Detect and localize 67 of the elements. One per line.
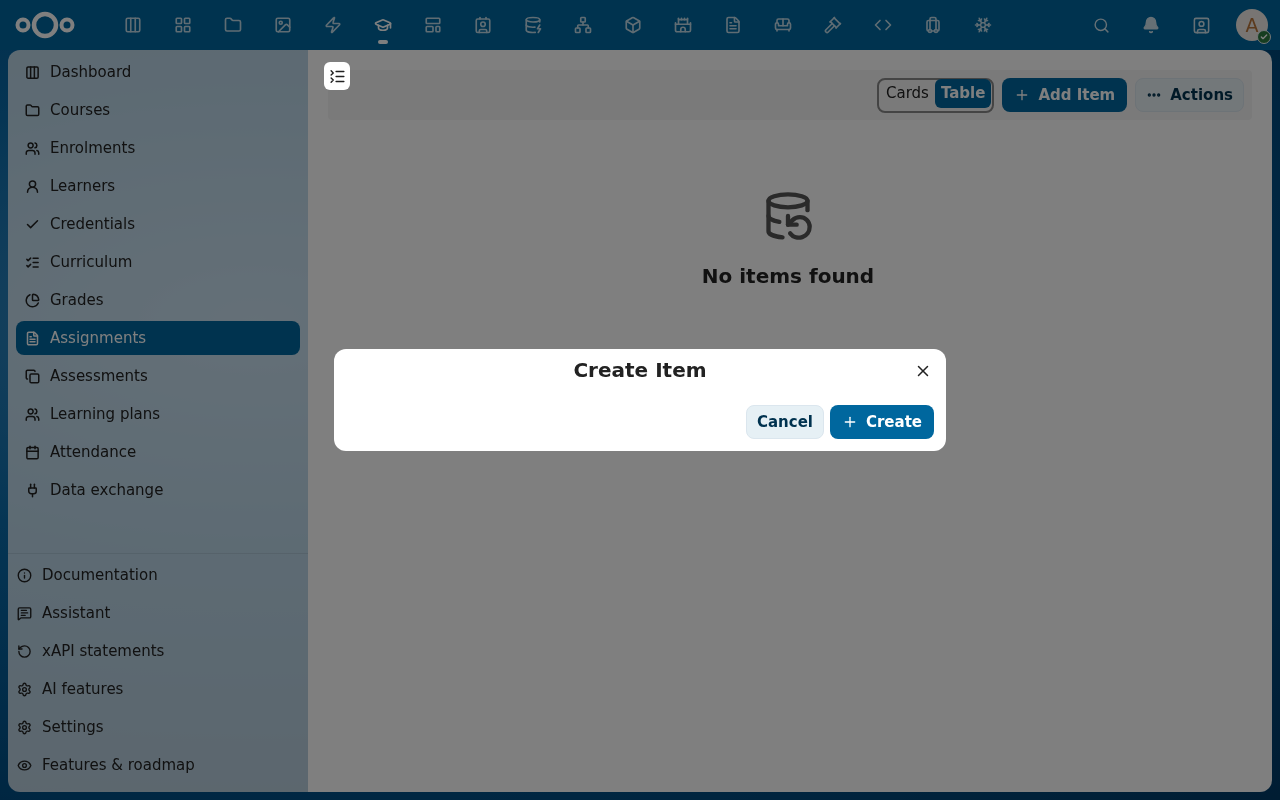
sofa-icon bbox=[774, 16, 792, 34]
nav-item[interactable]: Settings bbox=[16, 710, 300, 744]
contact-card-icon bbox=[1191, 15, 1211, 35]
nav-item[interactable]: Grades bbox=[16, 283, 300, 317]
user-avatar[interactable]: A bbox=[1236, 9, 1268, 41]
checklist-icon bbox=[25, 254, 40, 270]
nav-item[interactable]: Courses bbox=[16, 93, 300, 127]
add-item-button[interactable]: Add Item bbox=[1002, 78, 1128, 112]
view-option[interactable]: Cards bbox=[880, 78, 935, 108]
eye-icon bbox=[17, 757, 32, 773]
dialog-title: Create Item bbox=[573, 358, 707, 382]
nav-item[interactable]: Documentation bbox=[16, 558, 300, 592]
actions-button[interactable]: Actions bbox=[1135, 78, 1244, 112]
cube-icon bbox=[624, 16, 642, 34]
nav-item[interactable]: Credentials bbox=[16, 207, 300, 241]
nav-item[interactable]: Learning plans bbox=[16, 397, 300, 431]
message-icon bbox=[17, 605, 32, 621]
sidebar-toggle-button[interactable] bbox=[324, 62, 350, 90]
columns-icon bbox=[25, 64, 40, 80]
nav-item[interactable]: Features & roadmap bbox=[16, 748, 300, 782]
document-icon bbox=[724, 16, 742, 34]
graduation-cap-icon bbox=[374, 16, 392, 34]
empty-message: No items found bbox=[701, 264, 875, 288]
calendar-icon bbox=[25, 444, 40, 460]
cancel-button[interactable]: Cancel bbox=[745, 405, 824, 439]
info-icon bbox=[17, 567, 32, 583]
menu-collapse-icon bbox=[328, 67, 346, 85]
users-icon bbox=[25, 140, 40, 156]
document-icon bbox=[25, 330, 40, 346]
gavel-icon bbox=[824, 16, 842, 34]
logo-icon[interactable] bbox=[14, 10, 76, 40]
folder-icon bbox=[224, 16, 242, 34]
bell-icon bbox=[1142, 16, 1160, 34]
view-option[interactable]: Table bbox=[934, 78, 992, 108]
nav-item[interactable]: Data exchange bbox=[16, 473, 300, 507]
nav-item[interactable]: Curriculum bbox=[16, 245, 300, 279]
network-icon bbox=[574, 16, 592, 34]
contact-icon bbox=[474, 16, 492, 34]
layout-icon bbox=[424, 16, 442, 34]
user-icon bbox=[25, 178, 40, 194]
plug-icon bbox=[25, 482, 40, 498]
nav-item[interactable]: Enrolments bbox=[16, 131, 300, 165]
nav-item[interactable]: Assessments bbox=[16, 359, 300, 393]
castle-icon bbox=[674, 16, 692, 34]
copy-icon bbox=[25, 368, 40, 384]
nav-item[interactable]: AI features bbox=[16, 672, 300, 706]
image-icon bbox=[274, 16, 292, 34]
database-icon bbox=[524, 16, 542, 34]
nav-item[interactable]: xAPI statements bbox=[16, 634, 300, 668]
luggage-icon bbox=[924, 16, 942, 34]
search-icon bbox=[1092, 16, 1110, 34]
nav-item[interactable]: Dashboard bbox=[16, 55, 300, 89]
settings-icon bbox=[17, 681, 32, 697]
columns-icon bbox=[124, 16, 142, 34]
settings-icon bbox=[17, 719, 32, 735]
lightning-icon bbox=[324, 16, 342, 34]
nav-item[interactable]: Assistant bbox=[16, 596, 300, 630]
users-icon bbox=[25, 406, 40, 422]
nav-item[interactable]: Assignments bbox=[16, 321, 300, 355]
create-button[interactable]: Create bbox=[829, 405, 934, 439]
nav-item[interactable]: Learners bbox=[16, 169, 300, 203]
grid-icon bbox=[174, 16, 192, 34]
nav-item[interactable]: Attendance bbox=[16, 435, 300, 469]
pie-chart-icon bbox=[25, 292, 40, 308]
refresh-icon bbox=[17, 643, 32, 659]
snowflake-icon bbox=[974, 16, 992, 34]
folder-icon bbox=[25, 102, 40, 118]
